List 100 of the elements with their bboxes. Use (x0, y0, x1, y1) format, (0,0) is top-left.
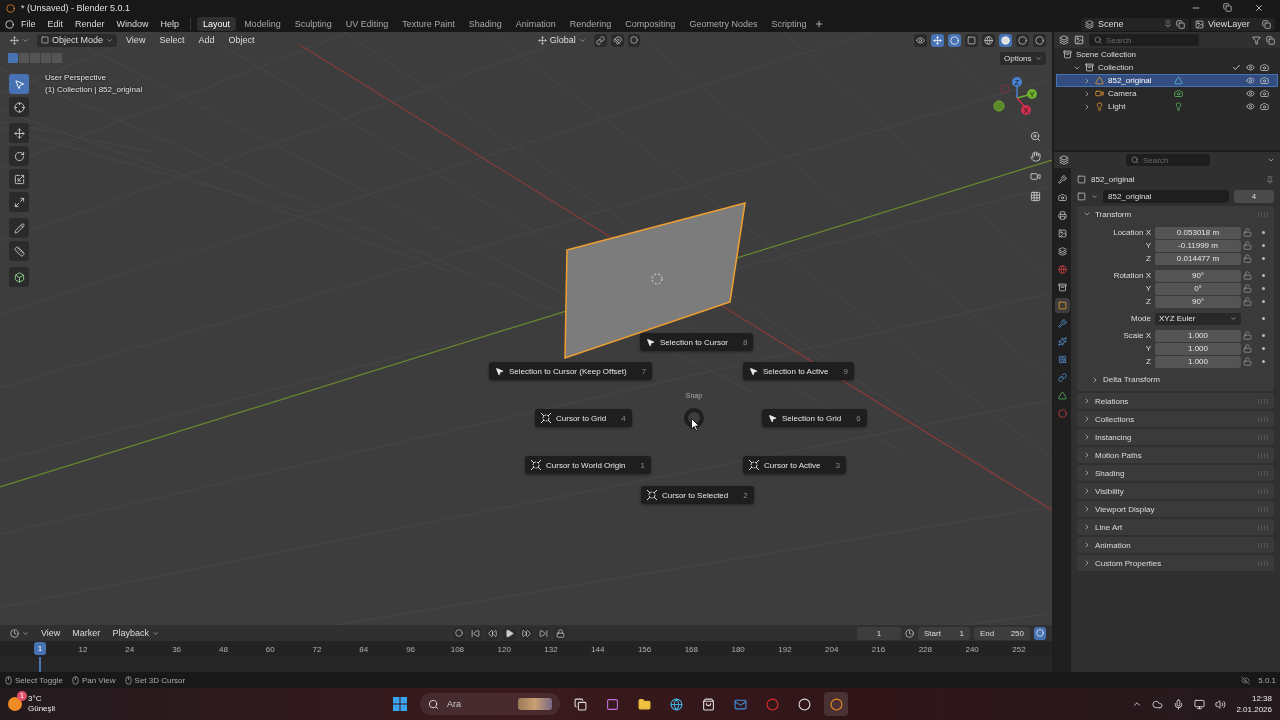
frame-tick-label: 144 (590, 644, 606, 654)
orientation-dropdown[interactable]: Global (533, 33, 590, 47)
menu-item[interactable]: Marker (68, 626, 105, 640)
frame-tick-label: 108 (449, 644, 466, 654)
status-hint: Select Toggle (15, 675, 63, 685)
property-label: Location X (1112, 228, 1152, 237)
panel-header[interactable]: Transform (1077, 206, 1274, 222)
workspace-tab[interactable]: Animation (509, 17, 562, 31)
number-field[interactable]: 90° (1155, 295, 1241, 308)
number-field[interactable]: -0.11999 m (1155, 239, 1241, 252)
frame-ruler[interactable]: 1 12 24 36 48 60 72 84 96 108 120 132 144 156 168 180 192 204 216 228 240 252 (0, 641, 1052, 657)
property-label: Z (1145, 357, 1152, 366)
taskbar-search-field[interactable]: Ara (420, 693, 560, 715)
number-field[interactable]: 0° (1155, 282, 1241, 295)
workspace-tab[interactable]: UV Editing (339, 17, 395, 31)
panel-header[interactable]: Collections (1077, 411, 1274, 427)
outliner-item-label: Scene Collection (1076, 50, 1137, 59)
number-field[interactable]: 1.000 (1155, 342, 1241, 355)
number-field[interactable]: 0.014477 m (1155, 252, 1241, 265)
outliner-row[interactable]: Light (1056, 100, 1278, 113)
frame-tick-label: 36 (171, 644, 183, 654)
pie-menu-item[interactable]: Selection to Cursor (Keep Offset) 7 (489, 362, 653, 380)
frame-tick-label: 84 (358, 644, 370, 654)
frame-tick-label: 204 (824, 644, 840, 654)
workspace-tab[interactable]: Texture Paint (396, 17, 461, 31)
panel-header[interactable]: Custom Properties (1077, 555, 1274, 571)
number-field[interactable]: 1.000 (1155, 329, 1241, 342)
end-frame-field[interactable]: End 250 (974, 626, 1030, 640)
view-layer-selector[interactable]: ViewLayer (1191, 17, 1275, 31)
menu-item[interactable]: Help (155, 18, 185, 30)
frame-tick-label: 96 (405, 644, 417, 654)
frame-tick-label: 156 (636, 644, 653, 654)
panel-header[interactable]: Motion Paths (1077, 447, 1274, 463)
workspace-tab[interactable]: Modeling (238, 17, 287, 31)
property-label: Y (1144, 284, 1152, 293)
outliner-item-label: 852_original (1108, 76, 1153, 85)
object-name: 852_original (1091, 175, 1136, 184)
pie-menu-item[interactable]: Cursor to World Origin 1 (525, 456, 651, 474)
status-hint: Set 3D Cursor (134, 675, 186, 685)
frame-tick-label: 12 (77, 644, 89, 654)
number-field[interactable]: 90° (1155, 269, 1241, 282)
workspace-tab[interactable]: Geometry Nodes (683, 17, 764, 31)
options-dropdown[interactable]: Options (1000, 52, 1046, 65)
property-label: Rotation X (1112, 271, 1152, 280)
outliner-row[interactable]: 852_original (1056, 74, 1278, 87)
outliner-row[interactable]: Scene Collection (1056, 48, 1278, 61)
menu-item[interactable]: File (16, 18, 41, 30)
workspace-tab[interactable]: Scripting (765, 17, 813, 31)
property-label: Z (1145, 254, 1152, 263)
menu-item[interactable]: View (37, 626, 65, 640)
menu-item[interactable]: Window (111, 18, 154, 30)
frame-tick-label: 132 (543, 644, 559, 654)
workspace-tab[interactable]: Compositing (619, 17, 682, 31)
menu-item[interactable]: Edit (42, 18, 69, 30)
workspace-tab[interactable]: Layout (197, 17, 237, 31)
clock-date[interactable]: 2.01.2026 (1236, 704, 1272, 715)
panel-header[interactable]: Animation (1077, 537, 1274, 553)
menu-item[interactable]: Object (223, 34, 260, 46)
panel-header[interactable]: Line Art (1077, 519, 1274, 535)
pie-menu-item[interactable]: Selection to Active 9 (743, 362, 854, 380)
clock-time[interactable]: 12:38 (1236, 693, 1272, 704)
property-label: Y (1144, 241, 1152, 250)
panel-header[interactable]: Relations (1077, 393, 1274, 409)
workspace-tab[interactable]: Sculpting (288, 17, 338, 31)
panel-header[interactable]: Shading (1077, 465, 1274, 481)
number-field[interactable]: 1.000 (1155, 355, 1241, 368)
workspace-tab[interactable]: Rendering (563, 17, 618, 31)
current-frame-field[interactable]: 1 (857, 626, 901, 640)
panel-header[interactable]: Viewport Display (1077, 501, 1274, 517)
mode-dropdown[interactable]: Object Mode (37, 33, 118, 47)
frame-tick-label: 72 (311, 644, 323, 654)
mode-dropdown[interactable]: XYZ Euler (1155, 312, 1241, 325)
frame-tick-label: 192 (777, 644, 793, 654)
outliner-row[interactable]: Collection (1056, 61, 1278, 74)
frame-tick-label: 120 (496, 644, 512, 654)
pie-menu-item[interactable]: Cursor to Selected 2 (641, 486, 754, 504)
playhead[interactable]: 1 (34, 642, 46, 655)
panel-header[interactable]: Instancing (1077, 429, 1274, 445)
menu-item[interactable]: Playback (108, 626, 163, 640)
panel-header[interactable]: Visibility (1077, 483, 1274, 499)
menu-item[interactable]: Render (70, 18, 110, 30)
start-frame-field[interactable]: Start 1 (918, 626, 970, 640)
subpanel-header[interactable]: Delta Transform (1077, 372, 1160, 387)
object-name-field[interactable]: 852_original (1103, 190, 1229, 203)
menu-item[interactable]: Add (193, 34, 220, 46)
scene-selector[interactable]: Scene (1081, 17, 1189, 31)
pie-menu-item[interactable]: Cursor to Grid 4 (535, 409, 632, 427)
frame-tick-label: 252 (1011, 644, 1027, 654)
users-count-field[interactable]: 4 (1234, 190, 1274, 203)
frame-tick-label: 168 (683, 644, 700, 654)
outliner-row[interactable]: Camera (1056, 87, 1278, 100)
menu-item[interactable]: View (121, 34, 151, 46)
workspace-tab[interactable]: Shading (462, 17, 508, 31)
pie-menu-item[interactable]: Selection to Cursor 8 (640, 333, 754, 351)
pie-menu-item[interactable]: Cursor to Active 3 (743, 456, 846, 474)
number-field[interactable]: 0.053018 m (1155, 226, 1241, 239)
menu-item[interactable]: Select (154, 34, 190, 46)
frame-tick-label: 48 (217, 644, 229, 654)
outliner-item-label: Light (1108, 102, 1127, 111)
pie-menu-item[interactable]: Selection to Grid 6 (762, 409, 867, 427)
